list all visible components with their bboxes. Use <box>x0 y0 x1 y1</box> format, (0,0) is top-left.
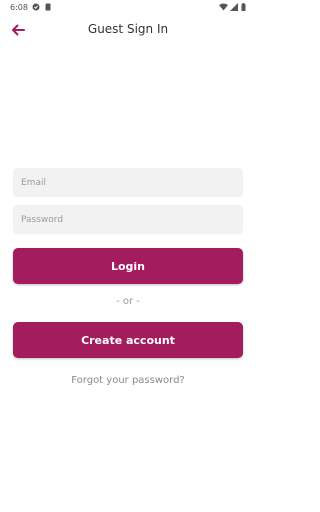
login-button[interactable]: Login <box>13 248 243 284</box>
app-bar: Guest Sign In <box>0 18 256 44</box>
create-account-button[interactable]: Create account <box>13 322 243 358</box>
guest-sign-in-screen: 6:08 Guest Sign In Email Login - or - Cr… <box>0 0 256 512</box>
or-separator: - or - <box>116 296 140 307</box>
email-field[interactable] <box>13 168 243 197</box>
wifi-icon <box>219 3 228 11</box>
password-field[interactable] <box>13 205 243 234</box>
status-bar-right <box>219 3 246 11</box>
status-time: 6:08 <box>10 2 28 12</box>
forgot-password-link[interactable]: Forgot your password? <box>0 375 256 386</box>
sd-card-icon <box>44 3 52 11</box>
battery-icon <box>241 3 246 11</box>
page-title: Guest Sign In <box>87 22 169 36</box>
app-notification-icon <box>32 3 40 11</box>
cellular-signal-icon <box>230 3 238 11</box>
status-bar-left: 6:08 <box>10 3 52 12</box>
status-bar: 6:08 <box>0 0 256 14</box>
